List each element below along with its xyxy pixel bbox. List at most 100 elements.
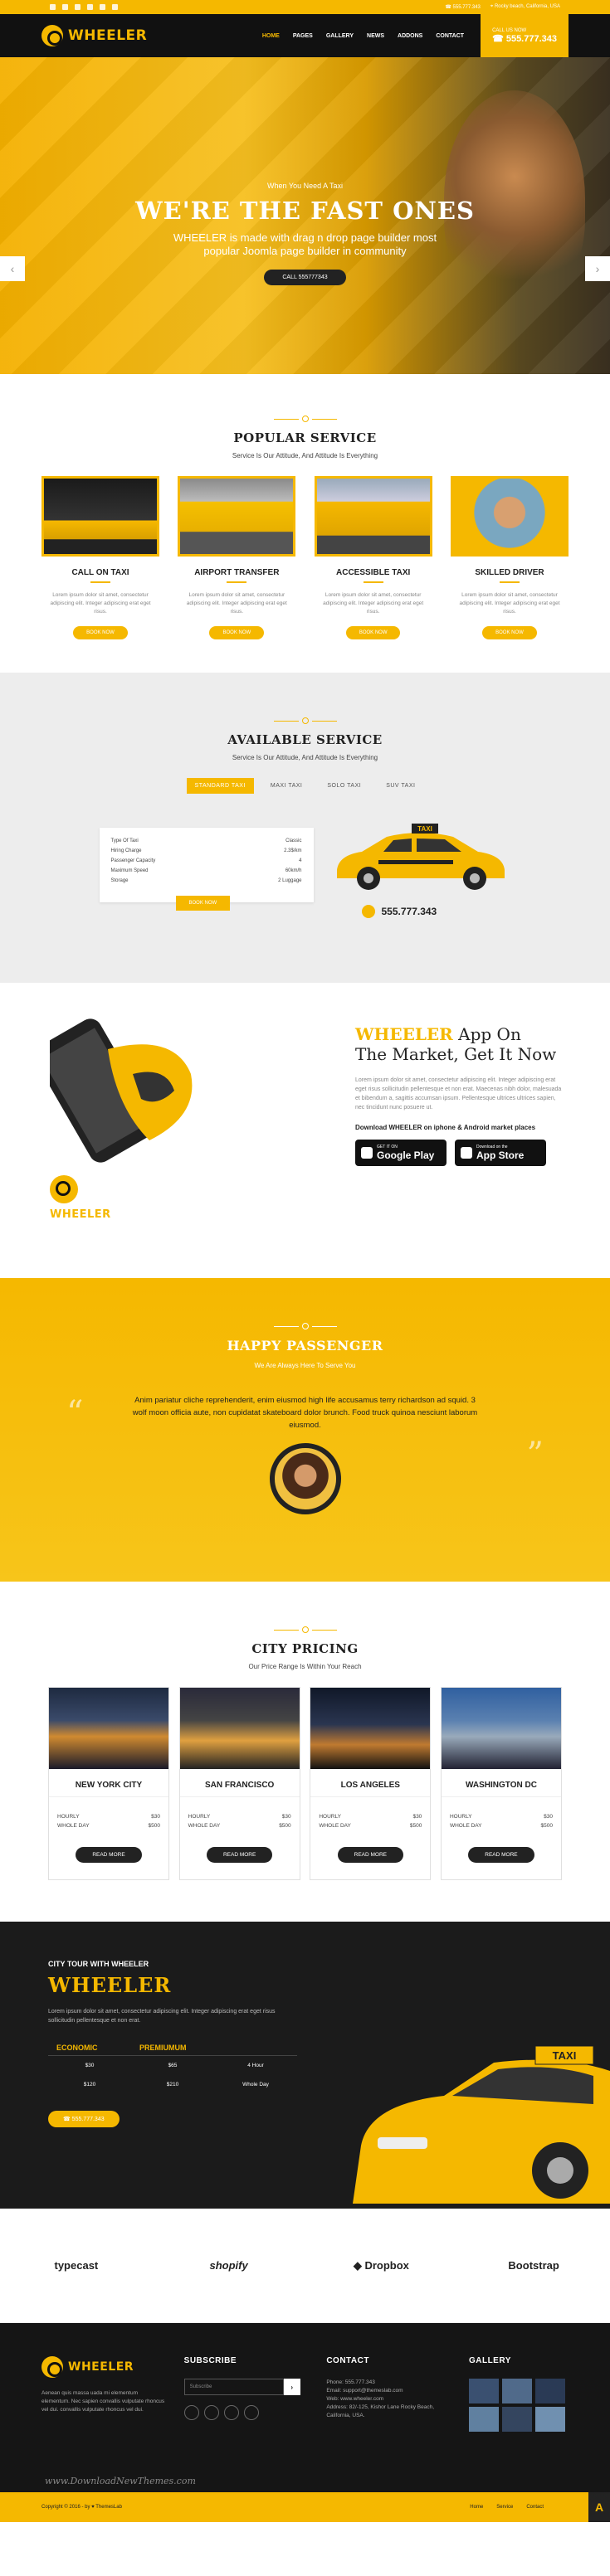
nav-addons[interactable]: ADDONS xyxy=(391,28,429,44)
twitter-icon[interactable] xyxy=(62,4,68,10)
book-now-button[interactable]: BOOK NOW xyxy=(73,626,128,639)
brand-logos: typecast shopify ◆ Dropbox Bootstrap xyxy=(0,2209,610,2323)
spec-value: 2.3$/km xyxy=(284,848,302,853)
tour-cell: $65 xyxy=(168,2063,178,2068)
dropbox-logo: ◆ Dropbox xyxy=(353,2258,409,2272)
gallery-thumb[interactable] xyxy=(501,2407,532,2432)
nav-gallery[interactable]: GALLERY xyxy=(320,28,360,44)
spec-value: Classic xyxy=(285,838,302,843)
typecast-logo: typecast xyxy=(54,2259,99,2272)
twitter-icon[interactable] xyxy=(203,2405,219,2420)
linkedin-icon[interactable] xyxy=(243,2405,259,2420)
prev-arrow-icon[interactable]: ‹ xyxy=(0,256,25,281)
contact-email[interactable]: Email: support@themeslab.com xyxy=(326,2387,451,2395)
subscribe-input[interactable]: Subscribe xyxy=(183,2379,284,2395)
linkedin-icon[interactable] xyxy=(100,4,105,10)
city-image xyxy=(179,1688,300,1769)
top-phone-text: 555.777.343 xyxy=(452,5,481,10)
tab-maxi-taxi[interactable]: MAXI TAXI xyxy=(262,778,310,794)
top-info: ☎ 555.777.343 ⌖ Rocky beach, California,… xyxy=(445,4,560,10)
read-more-button[interactable]: READ MORE xyxy=(468,1847,534,1863)
tour-cell: $210 xyxy=(166,2082,179,2088)
instagram-icon[interactable] xyxy=(87,4,93,10)
tab-standard-taxi[interactable]: STANDARD TAXI xyxy=(186,778,254,794)
tour-price-table: ECONOMIC PREMIUMUM $30 $65 4 Hour $120 $… xyxy=(48,2040,297,2094)
tour-header-economic: ECONOMIC xyxy=(48,2040,131,2056)
nav-pages[interactable]: PAGES xyxy=(286,28,320,44)
nav-news[interactable]: NEWS xyxy=(360,28,391,44)
book-now-button[interactable]: BOOK NOW xyxy=(175,896,231,911)
nav-home[interactable]: HOME xyxy=(256,28,286,44)
footer-about-text: Aenean quis massa uada mi elementum elem… xyxy=(41,2390,165,2413)
price-card: NEW YORK CITY HOURLY $30 WHOLE DAY $500 RE… xyxy=(48,1687,169,1880)
facebook-icon[interactable] xyxy=(50,4,56,10)
price-row: WHOLE DAY $500 xyxy=(442,1821,561,1830)
nav-contact[interactable]: CONTACT xyxy=(429,28,471,44)
price-row: HOURLY $30 xyxy=(310,1812,430,1821)
spec-value: 60km/h xyxy=(285,868,302,873)
app-download-text: Download WHEELER on iphone & Android mar… xyxy=(355,1124,536,1131)
bottom-link-contact[interactable]: Contact xyxy=(526,2505,544,2510)
read-more-button[interactable]: READ MORE xyxy=(337,1847,403,1863)
hero-slider: When You Need A Taxi WE'RE THE FAST ONES… xyxy=(0,57,610,374)
price-label: WHOLE DAY xyxy=(188,1823,221,1829)
taxi-sign: TAXI xyxy=(553,2049,577,2062)
tab-solo-taxi[interactable]: SOLO TAXI xyxy=(319,778,369,794)
bottom-link-service[interactable]: Service xyxy=(496,2505,513,2510)
gallery-thumb[interactable] xyxy=(468,2407,499,2432)
tour-call-button[interactable]: ☎ 555.777.343 xyxy=(48,2111,120,2127)
scroll-top-icon[interactable]: A xyxy=(588,2492,610,2522)
spec-row: Hiring Charge 2.3$/km xyxy=(111,846,302,856)
google-plus-icon[interactable] xyxy=(223,2405,239,2420)
main-nav: WHEELER HOME PAGES GALLERY NEWS ADDONS C… xyxy=(0,14,610,57)
tour-cell: $120 xyxy=(83,2082,96,2088)
google-play-button[interactable]: GET IT ON Google Play xyxy=(355,1140,447,1166)
testimonial-quote: Anim pariatur cliche reprehenderit, enim… xyxy=(132,1396,478,1430)
spec-value: 4 xyxy=(299,858,302,863)
book-now-button[interactable]: BOOK NOW xyxy=(482,626,537,639)
bottom-link-home[interactable]: Home xyxy=(470,2505,483,2510)
contact-address: Address: 82/-125, Kishor Lane Rocky Beac… xyxy=(326,2404,435,2418)
taxi-night-image xyxy=(41,476,159,557)
call-box[interactable]: CALL US NOW ☎ 555.777.343 xyxy=(481,14,569,57)
spec-key: Hiring Charge xyxy=(110,848,142,853)
facebook-icon[interactable] xyxy=(183,2405,199,2420)
google-plus-icon[interactable] xyxy=(75,4,81,10)
city-image xyxy=(441,1688,561,1769)
next-arrow-icon[interactable]: › xyxy=(585,256,610,281)
price-value: $500 xyxy=(279,1823,291,1829)
gallery-thumb[interactable] xyxy=(534,2407,565,2432)
service-card-text: Lorem ipsum dolor sit amet, consectetur … xyxy=(186,592,287,615)
price-value: $500 xyxy=(148,1823,160,1829)
phone-icon xyxy=(361,905,375,918)
available-phone[interactable]: 555.777.343 xyxy=(329,905,511,918)
available-title: AVAILABLE SERVICE xyxy=(227,732,383,747)
hero-call-button[interactable]: CALL 555777343 xyxy=(264,270,346,285)
social-links xyxy=(50,4,118,10)
gallery-thumb[interactable] xyxy=(468,2379,499,2403)
price-value: $30 xyxy=(151,1814,160,1820)
gallery-thumb[interactable] xyxy=(501,2379,532,2403)
hero-text: WHEELER is made with drag n drop page bu… xyxy=(173,231,437,257)
hero-pretitle: When You Need A Taxi xyxy=(267,182,343,190)
available-phone-text: 555.777.343 xyxy=(381,906,437,917)
store-buttons: GET IT ON Google Play Download on the App … xyxy=(355,1140,563,1166)
apple-icon xyxy=(461,1147,472,1159)
book-now-button[interactable]: BOOK NOW xyxy=(345,626,401,639)
gallery-title: GALLERY xyxy=(468,2356,511,2365)
read-more-button[interactable]: READ MORE xyxy=(206,1847,273,1863)
read-more-button[interactable]: READ MORE xyxy=(76,1847,142,1863)
subscribe-arrow-icon[interactable]: › xyxy=(283,2379,300,2395)
service-card: ACCESSIBLE TAXI Lorem ipsum dolor sit am… xyxy=(314,476,432,639)
price-label: WHOLE DAY xyxy=(319,1823,351,1829)
youtube-icon[interactable] xyxy=(112,4,118,10)
book-now-button[interactable]: BOOK NOW xyxy=(209,626,265,639)
app-store-button[interactable]: Download on the App Store xyxy=(455,1140,546,1166)
tab-suv-taxi[interactable]: SUV TAXI xyxy=(378,778,423,794)
logo[interactable]: WHEELER xyxy=(41,25,147,46)
contact-web[interactable]: Web: www.wheeler.com xyxy=(326,2395,451,2403)
tour-cell: $30 xyxy=(85,2063,95,2068)
taxi-tabs: STANDARD TAXI MAXI TAXI SOLO TAXI SUV TA… xyxy=(41,778,569,794)
gallery-thumb[interactable] xyxy=(534,2379,565,2403)
footer-logo[interactable]: WHEELER xyxy=(41,2356,166,2378)
